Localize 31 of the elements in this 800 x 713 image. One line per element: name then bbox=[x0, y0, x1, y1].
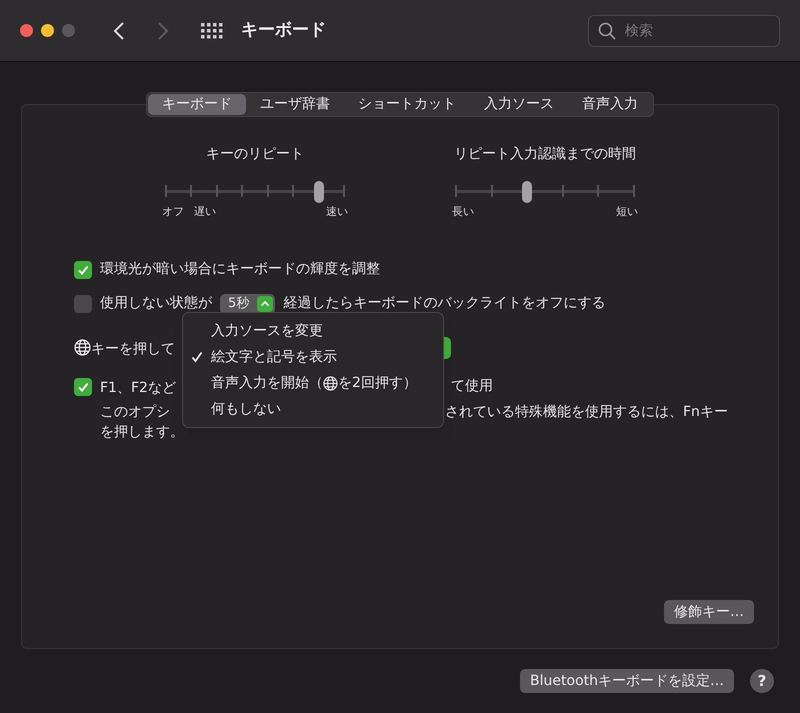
option-note: このオプシ bbox=[100, 404, 170, 420]
option-note: を押します。 bbox=[100, 424, 184, 440]
help-button[interactable]: ? bbox=[750, 669, 774, 693]
menu-item[interactable]: 絵文字と記号を表示 bbox=[183, 344, 443, 370]
option-label: キーを押して bbox=[91, 340, 175, 356]
option-note: されている特殊機能を使用するには、Fnキー bbox=[445, 402, 728, 422]
modifier-keys-button[interactable]: 修飾キー… bbox=[664, 600, 754, 624]
tab[interactable]: キーボード bbox=[148, 94, 246, 115]
tab[interactable]: ショートカット bbox=[344, 94, 470, 115]
slider-label: オフ bbox=[162, 204, 184, 220]
option-label: て使用 bbox=[451, 377, 493, 396]
slider-label: 長い bbox=[452, 204, 474, 220]
slider-label: 短い bbox=[616, 204, 638, 220]
menu-item[interactable]: 音声入力を開始（ を2回押す） bbox=[183, 370, 443, 396]
popup-button[interactable]: 5秒 bbox=[220, 294, 276, 314]
menu-item[interactable]: 入力ソースを変更 bbox=[183, 318, 443, 344]
option-label: 環境光が暗い場合にキーボードの輝度を調整 bbox=[100, 260, 380, 279]
menu-item[interactable]: 何もしない bbox=[183, 396, 443, 422]
slider-label: 速い bbox=[326, 204, 348, 220]
option-label: 経過したらキーボードのバックライトをオフにする bbox=[283, 294, 606, 313]
search-field[interactable]: 検索 bbox=[588, 14, 780, 46]
option-label: 使用しない状態が bbox=[100, 294, 212, 313]
window-title: キーボード bbox=[241, 18, 326, 42]
tab[interactable]: 入力ソース bbox=[470, 94, 568, 115]
bluetooth-keyboard-button[interactable]: Bluetoothキーボードを設定… bbox=[520, 669, 734, 693]
tab[interactable]: ユーザ辞書 bbox=[246, 94, 344, 115]
slider-label: 遅い bbox=[194, 204, 216, 220]
option-label: F1、F2など bbox=[100, 380, 176, 396]
slider-title: リピート入力認識までの時間 bbox=[454, 145, 636, 164]
tab[interactable]: 音声入力 bbox=[568, 94, 652, 115]
slider-title: キーのリピート bbox=[206, 145, 304, 164]
